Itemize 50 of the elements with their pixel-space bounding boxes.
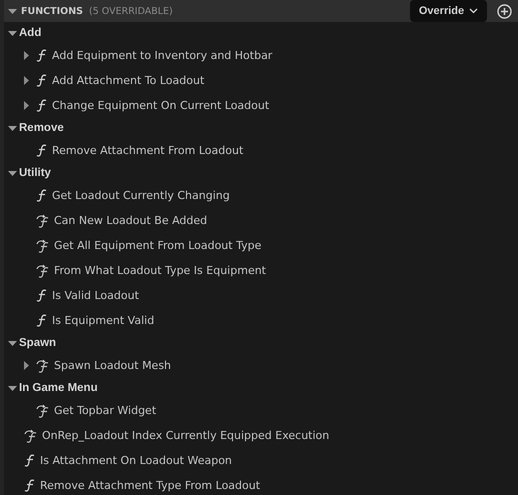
function-icon bbox=[24, 454, 36, 467]
function-icon bbox=[36, 189, 48, 202]
function-icon bbox=[36, 49, 48, 62]
function-name[interactable]: Can New Loadout Be Added bbox=[54, 214, 208, 227]
function-name[interactable]: From What Loadout Type Is Equipment bbox=[54, 264, 266, 277]
add-icon[interactable] bbox=[497, 4, 512, 18]
event-function-icon bbox=[24, 428, 38, 442]
chevron-down-icon bbox=[469, 8, 478, 14]
function-name[interactable]: Get Loadout Currently Changing bbox=[52, 189, 230, 202]
function-name[interactable]: Is Equipment Valid bbox=[52, 314, 154, 327]
function-name[interactable]: OnRep_Loadout Index Currently Equipped Execution bbox=[42, 429, 330, 442]
function-name[interactable]: Remove Attachment Type From Loadout bbox=[40, 479, 260, 492]
function-name[interactable]: Get All Equipment From Loadout Type bbox=[54, 239, 262, 252]
function-icon bbox=[36, 99, 48, 112]
function-icon bbox=[36, 74, 48, 87]
function-name[interactable]: Change Equipment On Current Loadout bbox=[52, 99, 270, 112]
expanded-arrow-icon[interactable] bbox=[8, 168, 17, 178]
event-function-icon bbox=[36, 214, 50, 228]
event-function-icon bbox=[36, 358, 50, 372]
expanded-arrow-icon[interactable] bbox=[8, 124, 17, 132]
category-label[interactable]: Spawn bbox=[19, 337, 56, 349]
function-name[interactable]: Get Topbar Widget bbox=[54, 404, 156, 417]
function-name[interactable]: Spawn Loadout Mesh bbox=[54, 359, 172, 372]
function-icon bbox=[24, 479, 36, 492]
section-title: FUNCTIONS bbox=[21, 6, 84, 16]
function-name[interactable]: Is Valid Loadout bbox=[52, 289, 139, 302]
collapsed-arrow-icon[interactable] bbox=[22, 361, 31, 370]
function-name[interactable]: Add Attachment To Loadout bbox=[52, 74, 204, 87]
event-function-icon bbox=[36, 238, 50, 252]
function-name[interactable]: Add Equipment to Inventory and Hotbar bbox=[52, 49, 272, 62]
category-label[interactable]: In Game Menu bbox=[19, 382, 98, 394]
function-icon bbox=[36, 289, 48, 302]
function-name[interactable]: Remove Attachment From Loadout bbox=[52, 144, 244, 157]
function-name[interactable]: Is Attachment On Loadout Weapon bbox=[40, 454, 232, 467]
collapsed-arrow-icon[interactable] bbox=[22, 101, 31, 110]
collapsed-arrow-icon[interactable] bbox=[22, 76, 31, 85]
expanded-arrow-icon[interactable] bbox=[8, 384, 17, 392]
expanded-arrow-icon[interactable] bbox=[8, 6, 17, 16]
category-label[interactable]: Remove bbox=[19, 122, 64, 134]
category-label[interactable]: Utility bbox=[19, 167, 51, 179]
expanded-arrow-icon[interactable] bbox=[8, 28, 17, 38]
overridable-count: (5 OVERRIDABLE) bbox=[89, 6, 173, 16]
event-function-icon bbox=[36, 404, 50, 418]
function-icon bbox=[36, 314, 48, 327]
override-dropdown[interactable]: Override bbox=[410, 0, 487, 22]
collapsed-arrow-icon[interactable] bbox=[22, 51, 31, 60]
event-function-icon bbox=[36, 264, 50, 278]
function-icon bbox=[36, 144, 48, 157]
category-label[interactable]: Add bbox=[19, 27, 42, 39]
expanded-arrow-icon[interactable] bbox=[8, 338, 17, 348]
